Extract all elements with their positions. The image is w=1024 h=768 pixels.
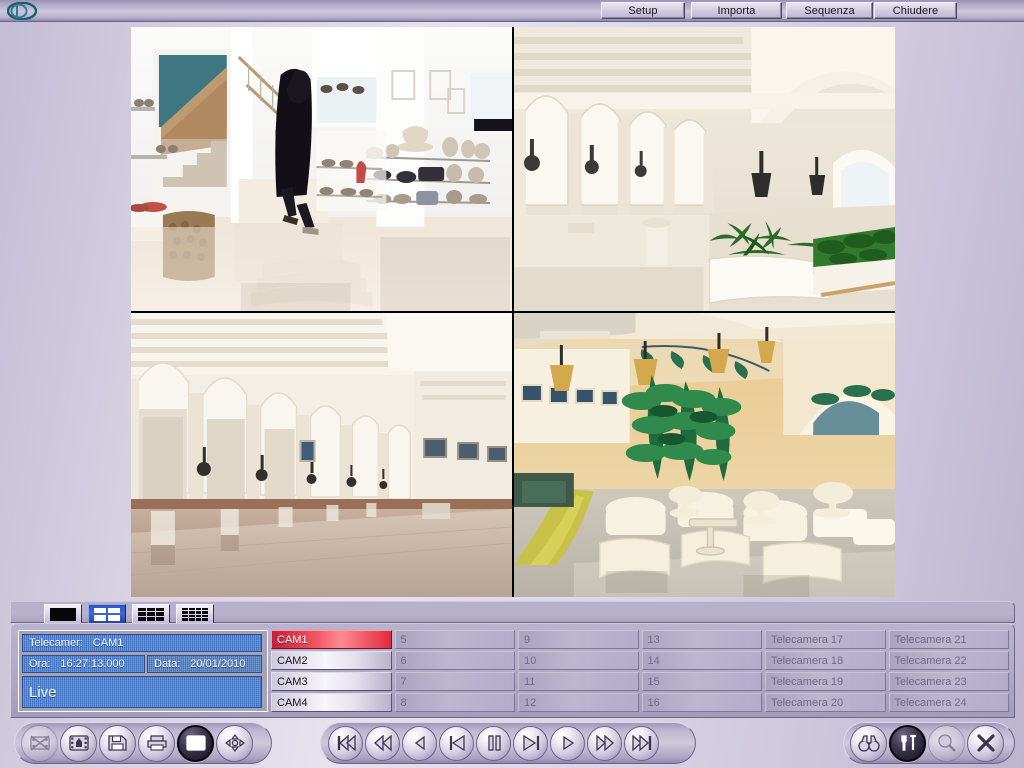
camera-button[interactable]: Telecamera 21 bbox=[888, 630, 1009, 649]
title-bar: Setup Importa Sequenza Chiudere bbox=[0, 0, 1024, 22]
camera-button[interactable]: CAM4 bbox=[271, 693, 392, 712]
layout-4x4-button[interactable] bbox=[176, 604, 214, 624]
date-value: 20/01/2010 bbox=[190, 658, 246, 670]
sequenza-button[interactable]: Sequenza bbox=[786, 2, 873, 19]
close-button[interactable] bbox=[967, 724, 1004, 762]
pan-tilt-button[interactable] bbox=[216, 724, 253, 762]
camera-name-label: Telecamer: bbox=[29, 637, 83, 649]
camera-button[interactable]: 9 bbox=[518, 630, 639, 649]
film-crossed-icon bbox=[29, 733, 51, 753]
status-panel: Telecamer: CAM1 Ora: 16:27:13.000 Data: … bbox=[10, 623, 1015, 718]
magnifier-icon bbox=[936, 733, 958, 753]
camera-button[interactable]: 5 bbox=[394, 630, 515, 649]
time-value: 16:27:13.000 bbox=[60, 658, 125, 670]
film-strip-icon bbox=[185, 733, 207, 753]
camera-button[interactable]: 6 bbox=[394, 651, 515, 670]
prev-frame-button[interactable] bbox=[439, 725, 474, 761]
fast-forward-icon bbox=[594, 734, 616, 752]
grid-4-icon bbox=[94, 607, 120, 621]
date-label: Data: bbox=[154, 658, 181, 670]
video-cell-cam4[interactable] bbox=[514, 313, 895, 597]
pause-button[interactable] bbox=[476, 725, 511, 761]
binoculars-icon bbox=[857, 733, 881, 753]
step-back-button[interactable] bbox=[402, 725, 437, 761]
letter-d-logo bbox=[5, 2, 43, 20]
skip-forward-icon bbox=[631, 734, 653, 752]
skip-start-button[interactable] bbox=[328, 725, 363, 761]
camera-name-value: CAM1 bbox=[92, 637, 124, 649]
film-export-icon bbox=[68, 733, 90, 753]
move-arrows-icon bbox=[224, 733, 246, 753]
camera-button[interactable]: CAM2 bbox=[271, 651, 392, 670]
camera-button[interactable]: Telecamera 18 bbox=[765, 651, 886, 670]
layout-2x2-button[interactable] bbox=[88, 604, 126, 624]
camera-button[interactable]: 11 bbox=[518, 672, 639, 691]
tools-icon bbox=[897, 733, 919, 753]
next-frame-button[interactable] bbox=[513, 725, 548, 761]
camera-button[interactable]: 14 bbox=[641, 651, 762, 670]
prev-frame-icon bbox=[446, 734, 468, 752]
camera-button[interactable]: Telecamera 22 bbox=[888, 651, 1009, 670]
x-close-icon bbox=[975, 733, 997, 753]
camera-button[interactable]: 16 bbox=[641, 693, 762, 712]
setup-button[interactable]: Setup bbox=[601, 2, 685, 19]
export-clip-button[interactable] bbox=[60, 724, 97, 762]
grid-1-icon bbox=[50, 607, 76, 621]
rewind-icon bbox=[372, 734, 394, 752]
left-tool-bar bbox=[14, 722, 272, 764]
tools-button[interactable] bbox=[889, 724, 926, 762]
camera-button[interactable]: CAM3 bbox=[271, 672, 392, 691]
time-label: Ora: bbox=[29, 658, 51, 670]
video-cell-cam3[interactable] bbox=[131, 313, 512, 597]
next-frame-icon bbox=[520, 734, 542, 752]
right-tool-bar bbox=[843, 722, 1015, 764]
layout-1x1-button[interactable] bbox=[44, 604, 82, 624]
camera-button[interactable]: 10 bbox=[518, 651, 639, 670]
play-back-icon bbox=[409, 734, 431, 752]
layout-toolbar bbox=[10, 601, 1015, 624]
info-display: Telecamer: CAM1 Ora: 16:27:13.000 Data: … bbox=[18, 630, 268, 712]
printer-icon bbox=[146, 733, 168, 753]
chiudere-button[interactable]: Chiudere bbox=[874, 2, 957, 19]
camera-button[interactable]: Telecamera 17 bbox=[765, 630, 886, 649]
search-archive-button[interactable] bbox=[850, 724, 887, 762]
transport-bar bbox=[320, 722, 696, 764]
mode-readout: Live bbox=[22, 676, 262, 708]
camera-button[interactable]: Telecamera 24 bbox=[888, 693, 1009, 712]
camera-button[interactable]: Telecamera 19 bbox=[765, 672, 886, 691]
camera-button[interactable]: 8 bbox=[394, 693, 515, 712]
record-off-button bbox=[21, 724, 58, 762]
pause-icon bbox=[483, 734, 505, 752]
camera-button[interactable]: 7 bbox=[394, 672, 515, 691]
camera-button[interactable]: Telecamera 20 bbox=[765, 693, 886, 712]
date-readout: Data: 20/01/2010 bbox=[147, 655, 262, 673]
zoom-button bbox=[928, 724, 965, 762]
video-cell-cam1[interactable] bbox=[131, 27, 512, 311]
camera-button[interactable]: CAM1 bbox=[271, 630, 392, 649]
video-grid bbox=[131, 27, 895, 597]
fast-forward-button[interactable] bbox=[587, 725, 622, 761]
video-mode-button[interactable] bbox=[177, 724, 214, 762]
camera-button[interactable]: 12 bbox=[518, 693, 639, 712]
camera-name-readout: Telecamer: CAM1 bbox=[22, 634, 262, 652]
camera-button[interactable]: 13 bbox=[641, 630, 762, 649]
skip-end-button[interactable] bbox=[624, 725, 659, 761]
skip-backward-icon bbox=[335, 734, 357, 752]
video-cell-cam2[interactable] bbox=[514, 27, 895, 311]
grid-16-icon bbox=[182, 607, 208, 621]
save-button[interactable] bbox=[99, 724, 136, 762]
print-button[interactable] bbox=[138, 724, 175, 762]
time-readout: Ora: 16:27:13.000 bbox=[22, 655, 145, 673]
rewind-button[interactable] bbox=[365, 725, 400, 761]
importa-button[interactable]: Importa bbox=[691, 2, 782, 19]
grid-9-icon bbox=[138, 607, 164, 621]
play-button[interactable] bbox=[550, 725, 585, 761]
layout-3x3-button[interactable] bbox=[132, 604, 170, 624]
camera-button[interactable]: 15 bbox=[641, 672, 762, 691]
play-icon bbox=[557, 734, 579, 752]
camera-button[interactable]: Telecamera 23 bbox=[888, 672, 1009, 691]
floppy-save-icon bbox=[107, 733, 128, 753]
camera-selector-grid: CAM1 CAM2 CAM3 CAM4 5 6 7 8 9 10 11 12 13 14 15 16 Telec… bbox=[271, 630, 1009, 712]
